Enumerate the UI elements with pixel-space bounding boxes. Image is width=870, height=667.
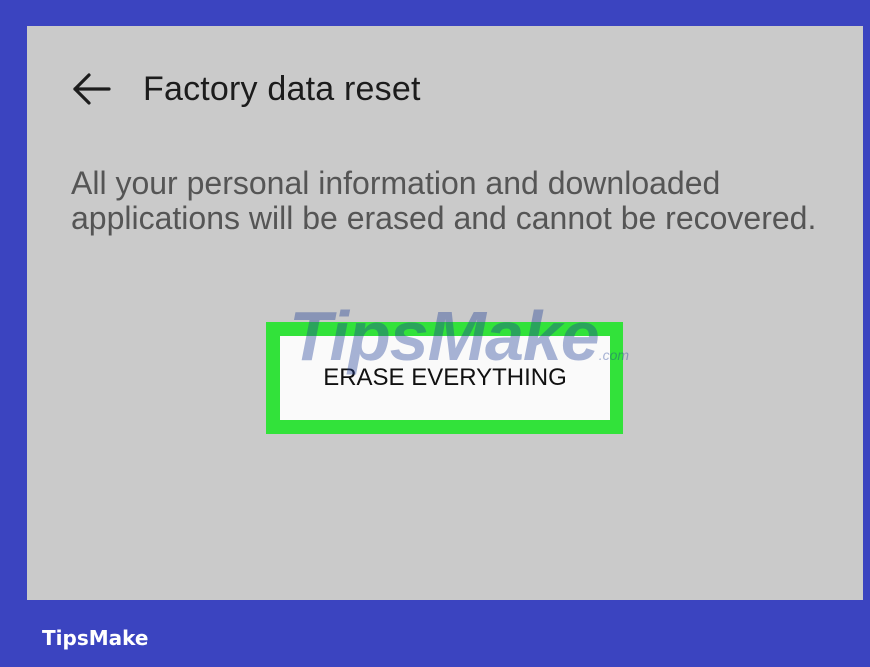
app-toolbar: Factory data reset [69,66,421,112]
footer-brand-label: TipsMake [42,626,149,650]
phone-screen: Factory data reset All your personal inf… [27,26,863,600]
image-frame: Factory data reset All your personal inf… [0,0,870,667]
back-button[interactable] [69,67,113,111]
page-title: Factory data reset [143,69,421,108]
arrow-left-icon [73,73,111,105]
erase-everything-button[interactable]: ERASE EVERYTHING [280,336,610,420]
reset-warning-text: All your personal information and downlo… [71,165,817,236]
